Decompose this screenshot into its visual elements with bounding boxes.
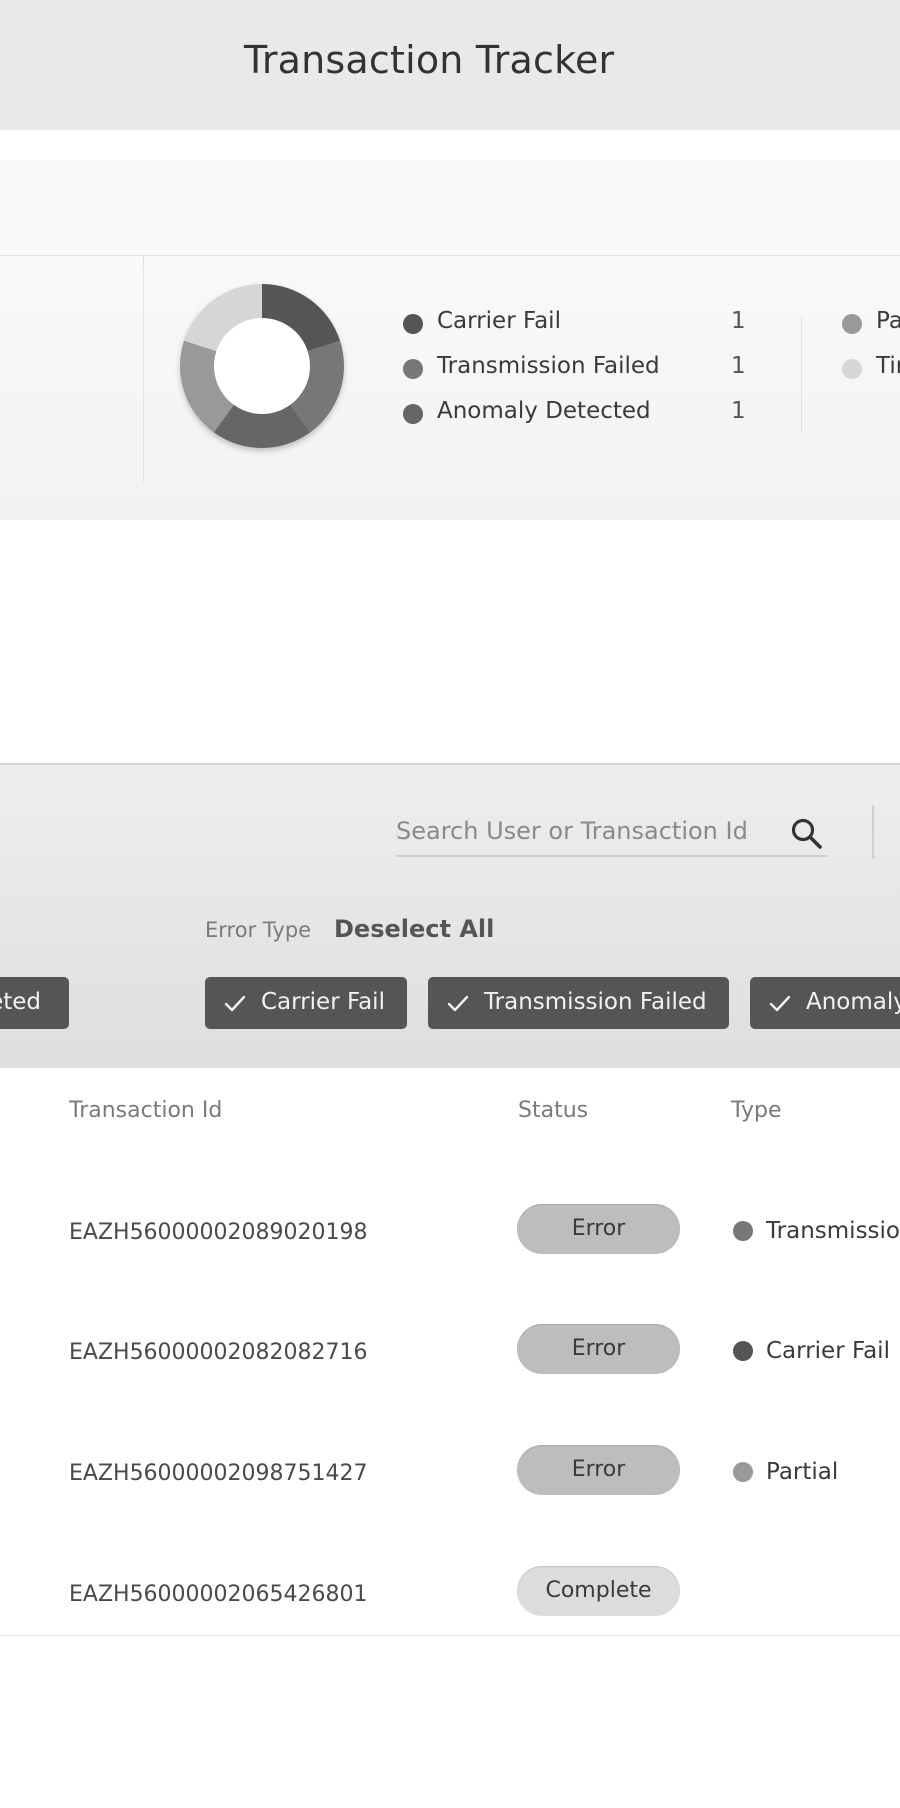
legend-count: 1 bbox=[731, 398, 746, 424]
type-cell: Transmission bbox=[766, 1218, 900, 1244]
table-row[interactable]: EAZH56000002089020198 Error Transmission bbox=[0, 1190, 900, 1290]
app-header: Transaction Tracker bbox=[0, 0, 900, 130]
legend-item-timeout[interactable]: Tir bbox=[842, 353, 900, 398]
search-box bbox=[396, 809, 828, 857]
legend-count: 1 bbox=[731, 353, 746, 379]
search-input[interactable] bbox=[396, 809, 776, 853]
table-row[interactable]: EAZH56000002065426801 Complete bbox=[0, 1552, 900, 1652]
transaction-id-cell: EAZH56000002098751427 bbox=[69, 1461, 368, 1486]
type-dot-icon bbox=[733, 1341, 753, 1361]
column-header-transaction-id[interactable]: Transaction Id bbox=[69, 1098, 222, 1123]
legend-label: Pa bbox=[876, 308, 900, 334]
chip-label: Anomaly bbox=[806, 989, 900, 1015]
stats-divider bbox=[143, 256, 144, 482]
legend-divider bbox=[801, 316, 802, 432]
transaction-id-cell: EAZH56000002082082716 bbox=[69, 1340, 368, 1365]
status-badge: Complete bbox=[517, 1566, 680, 1616]
legend-label: Carrier Fail bbox=[437, 308, 561, 334]
chart-legend-secondary: Pa Tir bbox=[842, 308, 900, 398]
chip-label: Carrier Fail bbox=[261, 989, 385, 1015]
legend-label: Tir bbox=[876, 353, 900, 379]
legend-dot-icon bbox=[842, 359, 862, 379]
legend-dot-icon bbox=[842, 314, 862, 334]
deselect-all-button[interactable]: Deselect All bbox=[334, 915, 494, 943]
transactions-table: Transaction Id Status Type EAZH560000020… bbox=[0, 1068, 900, 1636]
filter-panel: Error Type Deselect All eted Carrier Fai… bbox=[0, 763, 900, 1068]
chart-legend: Carrier Fail 1 Transmission Failed 1 Ano… bbox=[403, 308, 746, 443]
filter-chip-transmission-failed[interactable]: Transmission Failed bbox=[428, 977, 729, 1029]
stats-toolbar bbox=[0, 160, 900, 256]
check-icon bbox=[224, 995, 246, 1012]
table-row[interactable]: EAZH56000002098751427 Error Partial bbox=[0, 1431, 900, 1531]
status-badge: Error bbox=[517, 1324, 680, 1374]
legend-label: Anomaly Detected bbox=[437, 398, 651, 424]
legend-dot-icon bbox=[403, 404, 423, 424]
legend-item-partial[interactable]: Pa bbox=[842, 308, 900, 353]
page-title: Transaction Tracker bbox=[244, 38, 615, 82]
legend-dot-icon bbox=[403, 314, 423, 334]
search-icon[interactable] bbox=[790, 817, 824, 851]
legend-item-anomaly-detected[interactable]: Anomaly Detected 1 bbox=[403, 398, 746, 443]
transaction-id-cell: EAZH56000002089020198 bbox=[69, 1220, 368, 1245]
type-dot-icon bbox=[733, 1221, 753, 1241]
filter-divider bbox=[872, 805, 874, 859]
donut-hole bbox=[214, 318, 310, 414]
stats-panel: Carrier Fail 1 Transmission Failed 1 Ano… bbox=[0, 256, 900, 520]
legend-dot-icon bbox=[403, 359, 423, 379]
legend-label: Transmission Failed bbox=[437, 353, 660, 379]
legend-item-carrier-fail[interactable]: Carrier Fail 1 bbox=[403, 308, 746, 353]
type-cell: Carrier Fail bbox=[766, 1338, 890, 1364]
error-type-label: Error Type bbox=[205, 918, 312, 942]
chip-label: Transmission Failed bbox=[484, 989, 707, 1015]
status-badge: Error bbox=[517, 1445, 680, 1495]
type-dot-icon bbox=[733, 1462, 753, 1482]
chip-label: eted bbox=[0, 989, 41, 1015]
transaction-id-cell: EAZH56000002065426801 bbox=[69, 1582, 368, 1607]
filter-chip-carrier-fail[interactable]: Carrier Fail bbox=[205, 977, 407, 1029]
legend-item-transmission-failed[interactable]: Transmission Failed 1 bbox=[403, 353, 746, 398]
check-icon bbox=[769, 995, 791, 1012]
column-header-type[interactable]: Type bbox=[731, 1098, 782, 1123]
status-badge: Error bbox=[517, 1204, 680, 1254]
legend-count: 1 bbox=[731, 308, 746, 334]
filter-chip-completed[interactable]: eted bbox=[0, 977, 69, 1029]
table-row[interactable]: EAZH56000002082082716 Error Carrier Fail bbox=[0, 1310, 900, 1410]
error-type-donut-chart bbox=[180, 284, 344, 448]
filter-chip-anomaly-detected[interactable]: Anomaly bbox=[750, 977, 900, 1029]
check-icon bbox=[447, 995, 469, 1012]
type-cell: Partial bbox=[766, 1459, 839, 1485]
column-header-status[interactable]: Status bbox=[518, 1098, 588, 1123]
